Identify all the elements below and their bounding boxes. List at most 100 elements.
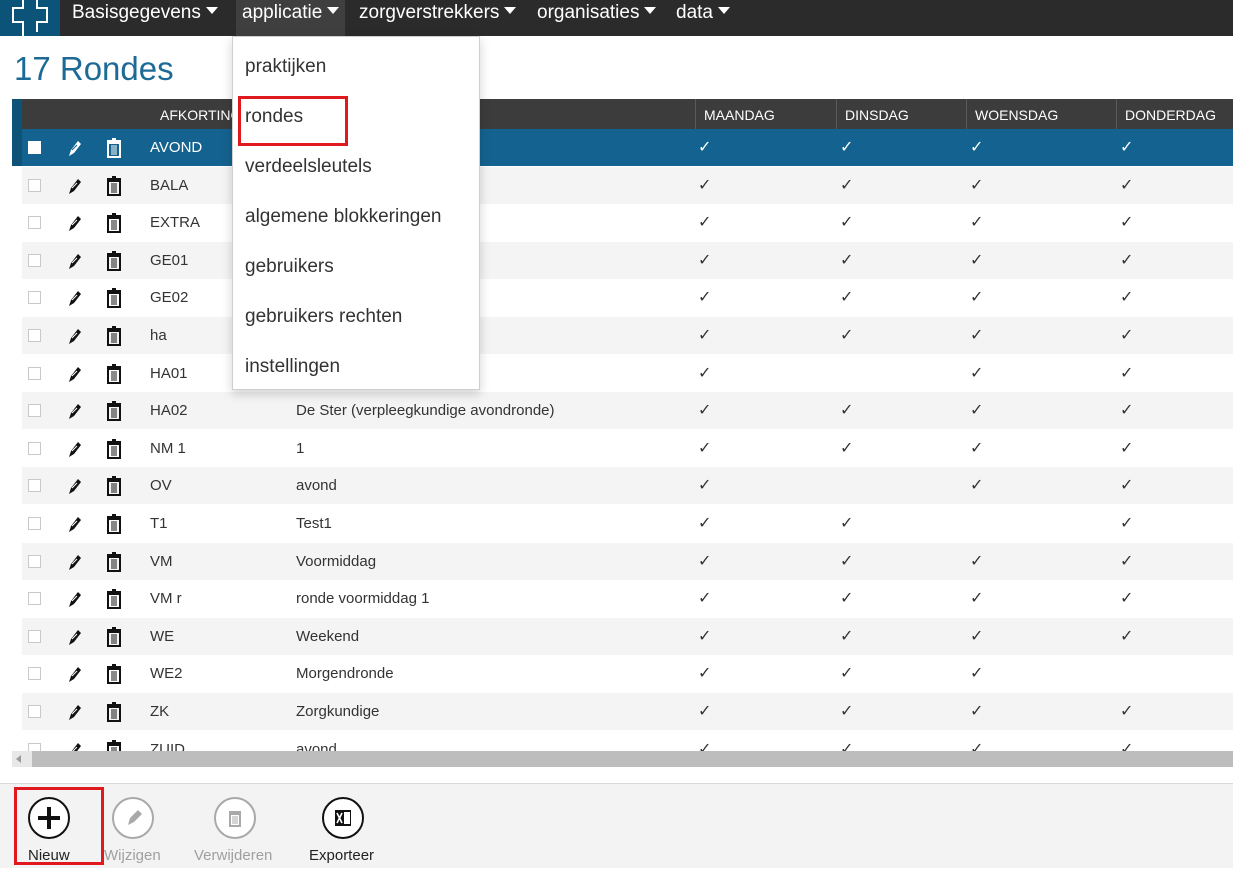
row-checkbox[interactable] — [28, 592, 41, 606]
table-row[interactable]: ZK Zorgkundige ✓ ✓ ✓ ✓ — [22, 693, 1233, 730]
table-row[interactable]: VM Voormiddag ✓ ✓ ✓ ✓ — [22, 542, 1233, 580]
table-row[interactable]: WE Weekend ✓ ✓ ✓ ✓ — [22, 617, 1233, 655]
row-checkbox[interactable] — [28, 366, 41, 380]
table-row[interactable]: HA01dagronde✓✓✓ — [22, 355, 1233, 392]
row-checkbox[interactable] — [28, 554, 41, 568]
table-row[interactable]: HA02 De Ster (verpleegkundige avondronde)… — [22, 392, 1233, 430]
row-checkbox[interactable] — [28, 667, 41, 681]
day-check-do: ✓ — [1120, 364, 1134, 382]
nav-basisgegevens[interactable]: Basisgegevens — [66, 0, 224, 36]
table-row[interactable]: GE01e voormiddagronde)✓✓✓✓ — [22, 241, 1233, 279]
pencil-icon[interactable] — [66, 138, 84, 158]
row-checkbox[interactable] — [28, 441, 41, 455]
pencil-icon[interactable] — [66, 251, 84, 271]
menu-item-algemene-blokkeringen[interactable]: algemene blokkeringen — [245, 192, 441, 242]
nav-data[interactable]: data — [670, 0, 736, 36]
row-checkbox[interactable] — [28, 141, 41, 154]
row-checkbox[interactable] — [28, 742, 41, 751]
menu-item-praktijken[interactable]: praktijken — [245, 42, 326, 92]
row-checkbox[interactable] — [28, 629, 41, 643]
table-row[interactable]: OV avond ✓ ✓ ✓ — [22, 467, 1233, 505]
export-button[interactable]: Exporteer — [306, 784, 382, 869]
pencil-icon[interactable] — [66, 439, 84, 459]
table-row[interactable]: VM r ronde voormiddag 1 ✓ ✓ ✓ ✓ — [22, 580, 1233, 617]
pencil-icon[interactable] — [66, 326, 84, 346]
trash-icon[interactable] — [106, 664, 122, 685]
row-checkbox[interactable] — [28, 517, 41, 530]
pencil-icon[interactable] — [66, 740, 84, 751]
delete-button[interactable]: Verwijderen — [192, 784, 282, 869]
cell-afkorting: VM — [150, 552, 173, 570]
horizontal-scrollbar[interactable] — [12, 751, 1233, 767]
menu-item-gebruikers[interactable]: gebruikers — [245, 242, 334, 292]
pencil-icon[interactable] — [66, 401, 84, 421]
row-checkbox[interactable] — [28, 479, 41, 493]
day-check-ma: ✓ — [698, 139, 712, 156]
day-check-wo: ✓ — [970, 552, 984, 570]
pencil-icon[interactable] — [66, 514, 84, 534]
pencil-icon[interactable] — [66, 288, 84, 308]
table-row[interactable]: WE2 Morgendronde ✓ ✓ ✓ — [22, 655, 1233, 692]
row-checkbox[interactable] — [28, 216, 41, 230]
pencil-icon[interactable] — [66, 213, 84, 233]
scroll-left-icon[interactable] — [16, 755, 21, 763]
pencil-icon[interactable] — [66, 176, 84, 196]
menu-item-verdeelsleutels[interactable]: verdeelsleutels — [245, 142, 372, 192]
nav-zorgverstrekkers[interactable]: zorgverstrekkers — [353, 0, 522, 36]
trash-icon[interactable] — [106, 589, 122, 610]
trash-icon[interactable] — [106, 288, 122, 309]
pencil-icon[interactable] — [66, 552, 84, 572]
table-row[interactable]: T1 Test1 ✓ ✓ ✓ — [22, 505, 1233, 542]
trash-icon[interactable] — [106, 438, 122, 459]
trash-icon[interactable] — [106, 401, 122, 422]
row-checkbox[interactable] — [28, 329, 41, 342]
applicatie-dropdown-menu: praktijken rondes verdeelsleutels algeme… — [232, 36, 480, 390]
table-row[interactable]: ha ✓ ✓ ✓ ✓ — [22, 317, 1233, 354]
day-check-wo: ✓ — [970, 627, 984, 645]
trash-icon[interactable] — [106, 250, 122, 271]
pencil-icon[interactable] — [66, 364, 84, 384]
trash-icon[interactable] — [106, 702, 122, 722]
menu-item-gebruikers-rechten[interactable]: gebruikers rechten — [245, 292, 402, 342]
trash-icon[interactable] — [106, 626, 122, 647]
trash-icon[interactable] — [106, 739, 122, 751]
trash-icon[interactable] — [106, 363, 122, 384]
day-check-do: ✓ — [1120, 740, 1134, 751]
column-header-woensdag[interactable]: WOENSDAG — [966, 99, 1116, 129]
row-checkbox[interactable] — [28, 291, 41, 305]
column-header-dinsdag[interactable]: DINSDAG — [836, 99, 966, 129]
pencil-icon[interactable] — [66, 627, 84, 647]
nav-applicatie[interactable]: applicatie — [236, 0, 346, 36]
table-row[interactable]: BALA ✓ ✓ ✓ ✓ — [22, 166, 1233, 204]
table-row[interactable]: ZUID avond ✓ ✓ ✓ ✓ — [22, 731, 1233, 751]
delete-button-label: Verwijderen — [194, 847, 273, 864]
row-checkbox[interactable] — [28, 404, 41, 418]
edit-button[interactable]: Wijzigen — [104, 784, 166, 869]
trash-icon[interactable] — [106, 213, 122, 234]
app-logo[interactable] — [0, 0, 60, 36]
row-checkbox[interactable] — [28, 705, 41, 718]
trash-icon[interactable] — [106, 175, 122, 196]
pencil-icon[interactable] — [66, 664, 84, 684]
trash-icon[interactable] — [106, 326, 122, 346]
table-row[interactable]: EXTRA ✓ ✓ ✓ ✓ — [22, 204, 1233, 241]
row-checkbox[interactable] — [28, 253, 41, 267]
table-row[interactable]: AVONDe✓✓✓✓ — [22, 129, 1233, 166]
pencil-icon[interactable] — [66, 702, 84, 722]
cell-omschrijving: De Ster (verpleegkundige avondronde) — [296, 402, 555, 420]
pencil-icon[interactable] — [66, 476, 84, 496]
menu-item-instellingen[interactable]: instellingen — [245, 342, 340, 392]
pencil-icon[interactable] — [66, 589, 84, 609]
scrollbar-thumb[interactable] — [32, 751, 1233, 767]
nav-organisaties[interactable]: organisaties — [531, 0, 662, 36]
column-header-maandag[interactable]: MAANDAG — [695, 99, 836, 129]
trash-icon[interactable] — [106, 138, 122, 158]
table-row[interactable]: NM 1 1 ✓ ✓ ✓ ✓ — [22, 430, 1233, 467]
table-row[interactable]: GE02vondronde)✓✓✓✓ — [22, 279, 1233, 316]
trash-icon[interactable] — [106, 551, 122, 572]
trash-icon[interactable] — [106, 514, 122, 534]
trash-icon[interactable] — [106, 476, 122, 497]
row-checkbox[interactable] — [28, 178, 41, 192]
cell-omschrijving: ronde voormiddag 1 — [296, 590, 430, 608]
column-header-donderdag[interactable]: DONDERDAG — [1116, 99, 1233, 129]
